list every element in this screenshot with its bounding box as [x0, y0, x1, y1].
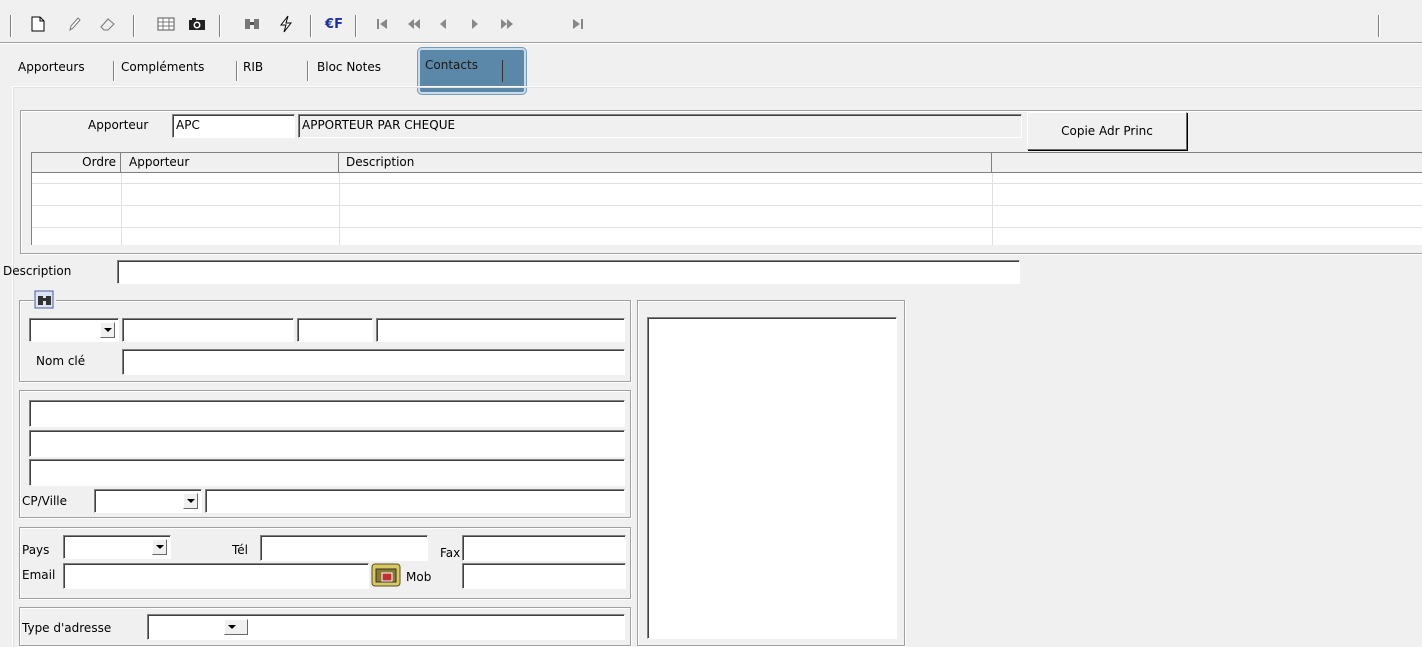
- copy-address-button-label: Copie Adr Princ: [1061, 124, 1153, 138]
- fax-label: Fax: [440, 546, 461, 560]
- tab-separator: [113, 61, 114, 81]
- contacts-grid[interactable]: Ordre Apporteur Description: [31, 152, 1422, 245]
- address-line-2-field[interactable]: [29, 430, 625, 457]
- toolbar-separator: [133, 15, 134, 37]
- grid-line: [32, 205, 1422, 206]
- eraser-icon[interactable]: [98, 14, 118, 34]
- column-header-description[interactable]: Description: [339, 153, 992, 173]
- grid-line: [32, 183, 1422, 184]
- copy-address-button[interactable]: Copie Adr Princ: [1027, 112, 1187, 150]
- tab-rib[interactable]: RIB: [243, 60, 263, 80]
- phone-field[interactable]: [260, 535, 428, 561]
- column-header-description-label: Description: [346, 155, 415, 169]
- address-line-3-field[interactable]: [29, 459, 625, 486]
- toolbar-separator: [10, 15, 11, 37]
- previous-page-icon[interactable]: [404, 14, 424, 34]
- tab-bloc-notes[interactable]: Bloc Notes: [317, 60, 381, 80]
- first-record-icon[interactable]: [372, 14, 392, 34]
- apporteur-name-value: APPORTEUR PAR CHEQUE: [302, 118, 456, 132]
- type-adresse-label: Type d'adresse: [22, 621, 112, 635]
- chevron-down-icon[interactable]: [100, 322, 115, 338]
- column-header-ordre[interactable]: Ordre: [32, 153, 121, 173]
- edit-pencil-icon[interactable]: [64, 14, 84, 34]
- previous-record-icon[interactable]: [433, 14, 453, 34]
- tab-apporteurs[interactable]: Apporteurs: [18, 60, 85, 80]
- first-name-field[interactable]: [376, 318, 625, 342]
- pays-label: Pays: [22, 543, 50, 557]
- address-search-icon[interactable]: [34, 290, 56, 310]
- toolbar-separator: [1378, 15, 1379, 37]
- name-suffix-field[interactable]: [297, 318, 373, 342]
- lightning-icon[interactable]: [276, 14, 296, 34]
- last-record-icon[interactable]: [568, 14, 588, 34]
- euro-franc-label: €F: [325, 16, 343, 32]
- apporteur-code-value: APC: [176, 118, 200, 132]
- city-field[interactable]: [205, 489, 625, 513]
- column-header-ordre-label: Ordre: [82, 155, 116, 169]
- toolbar-separator: [219, 15, 220, 37]
- mobile-field[interactable]: [462, 563, 626, 589]
- cp-ville-label: CP/Ville: [22, 494, 67, 508]
- column-header-apporteur[interactable]: Apporteur: [121, 153, 339, 173]
- chevron-down-icon[interactable]: [183, 493, 198, 509]
- apporteur-label: Apporteur: [88, 118, 149, 132]
- address-type-combo[interactable]: [147, 614, 625, 640]
- tab-rib-label: RIB: [243, 60, 264, 74]
- civility-combo[interactable]: [29, 318, 119, 342]
- binoculars-icon[interactable]: [242, 14, 262, 34]
- address-line-1-field[interactable]: [29, 400, 625, 427]
- toolbar: [0, 8, 1422, 43]
- tab-separator: [502, 60, 503, 82]
- toolbar-separator: [310, 15, 311, 37]
- send-email-icon[interactable]: [370, 560, 404, 590]
- description-label: Description: [3, 264, 72, 278]
- nom-cle-label: Nom clé: [36, 354, 86, 368]
- column-header-apporteur-label: Apporteur: [129, 155, 190, 169]
- apporteur-name-field: APPORTEUR PAR CHEQUE: [298, 114, 1022, 138]
- country-combo[interactable]: [63, 535, 171, 559]
- new-document-icon[interactable]: [28, 14, 48, 34]
- name-field[interactable]: [122, 318, 294, 342]
- email-label: Email: [22, 568, 56, 582]
- nom-cle-field[interactable]: [122, 349, 625, 375]
- apporteur-code-field[interactable]: APC: [172, 114, 295, 138]
- grid-icon[interactable]: [156, 14, 176, 34]
- tab-apporteurs-label: Apporteurs: [18, 60, 85, 74]
- description-field[interactable]: [117, 260, 1020, 284]
- chevron-down-icon[interactable]: [152, 539, 167, 555]
- toolbar-separator: [355, 15, 356, 37]
- tab-separator: [307, 61, 308, 81]
- grid-line: [32, 227, 1422, 228]
- tab-contacts-label: Contacts: [425, 58, 478, 72]
- tab-complements-label: Compléments: [121, 60, 205, 74]
- camera-icon[interactable]: [187, 14, 207, 34]
- next-page-icon[interactable]: [497, 14, 517, 34]
- fax-field[interactable]: [462, 535, 626, 561]
- tab-separator: [236, 61, 237, 81]
- euro-franc-icon[interactable]: €F: [320, 14, 348, 34]
- tel-label: Tél: [232, 543, 249, 557]
- notes-textarea[interactable]: [647, 317, 897, 639]
- mob-label: Mob: [406, 570, 432, 584]
- tab-complements[interactable]: Compléments: [121, 60, 204, 80]
- next-record-icon[interactable]: [465, 14, 485, 34]
- postal-code-combo[interactable]: [94, 489, 202, 513]
- tab-bloc-notes-label: Bloc Notes: [317, 60, 381, 74]
- column-header-empty: [992, 153, 1422, 173]
- chevron-down-icon[interactable]: [224, 619, 248, 635]
- email-field[interactable]: [63, 563, 369, 589]
